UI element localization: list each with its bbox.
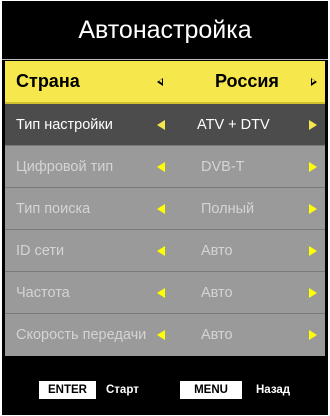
triangle-left-icon[interactable] xyxy=(157,119,165,130)
settings-list: Страна Россия Тип настройки ATV + DTV Ци… xyxy=(5,61,325,356)
row-symbol-rate-label: Скорость передачи xyxy=(16,327,147,343)
triangle-right-icon[interactable] xyxy=(311,77,317,86)
row-search-type[interactable]: Тип поиска Полный xyxy=(5,188,325,230)
row-tune-type[interactable]: Тип настройки ATV + DTV xyxy=(5,104,325,146)
menu-key-button[interactable]: MENU xyxy=(180,381,242,399)
triangle-left-icon[interactable] xyxy=(157,287,165,298)
row-search-type-value: Полный xyxy=(201,200,255,217)
row-country-label: Страна xyxy=(16,71,80,91)
triangle-right-icon[interactable] xyxy=(309,330,317,340)
menu-title: Автонастройка xyxy=(2,1,328,60)
row-symbol-rate-value: Авто xyxy=(201,327,233,343)
triangle-left-icon[interactable] xyxy=(157,203,165,214)
row-tune-type-value: ATV + DTV xyxy=(197,116,270,133)
triangle-right-icon[interactable] xyxy=(309,203,317,214)
row-search-type-label: Тип поиска xyxy=(16,200,91,217)
tv-autotune-menu: Автонастройка Страна Россия Тип настройк… xyxy=(2,1,328,415)
triangle-right-icon[interactable] xyxy=(309,245,317,256)
triangle-right-icon[interactable] xyxy=(309,119,317,130)
row-network-id-label: ID сети xyxy=(16,242,65,259)
triangle-left-icon[interactable] xyxy=(157,161,165,172)
triangle-left-icon[interactable] xyxy=(157,245,165,256)
row-country[interactable]: Страна Россия xyxy=(5,61,325,104)
enter-key-hint: Старт xyxy=(106,384,139,396)
row-digital-type[interactable]: Цифровой тип DVB-T xyxy=(5,146,325,188)
triangle-right-icon[interactable] xyxy=(309,161,317,172)
triangle-right-icon[interactable] xyxy=(309,287,317,298)
row-symbol-rate[interactable]: Скорость передачи Авто xyxy=(5,314,325,356)
triangle-left-icon[interactable] xyxy=(157,77,163,86)
row-tune-type-label: Тип настройки xyxy=(16,116,113,133)
row-frequency[interactable]: Частота Авто xyxy=(5,272,325,314)
row-frequency-label: Частота xyxy=(16,284,70,301)
row-digital-type-value: DVB-T xyxy=(201,158,245,175)
row-country-value: Россия xyxy=(215,71,279,91)
row-network-id-value: Авто xyxy=(201,242,233,259)
row-network-id[interactable]: ID сети Авто xyxy=(5,230,325,272)
triangle-left-icon[interactable] xyxy=(157,330,165,340)
menu-key-hint: Назад xyxy=(256,384,291,396)
key-hints-bar: ENTER Старт MENU Назад xyxy=(2,367,328,415)
row-frequency-value: Авто xyxy=(201,284,233,301)
enter-key-button[interactable]: ENTER xyxy=(39,381,96,399)
row-digital-type-label: Цифровой тип xyxy=(16,158,114,175)
